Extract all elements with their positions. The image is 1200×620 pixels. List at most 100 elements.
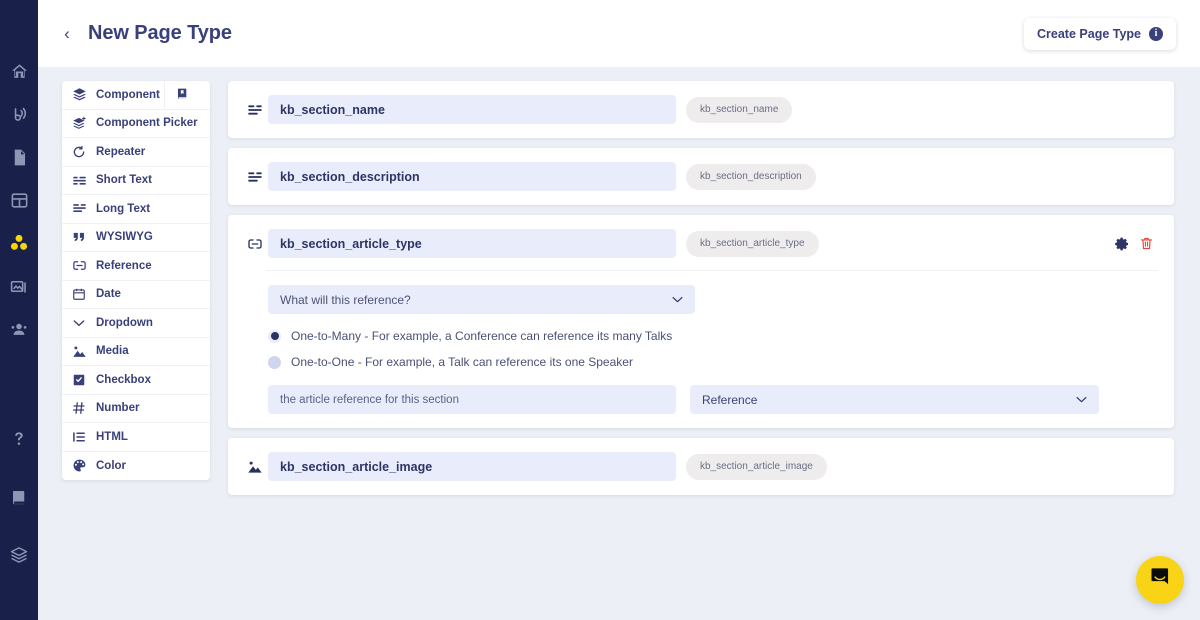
nav-media-library[interactable] xyxy=(0,265,38,307)
palette-item-label: Date xyxy=(96,288,121,301)
trash-icon[interactable] xyxy=(1139,236,1154,251)
info-icon[interactable]: i xyxy=(1149,26,1163,41)
radio-button-unselected[interactable] xyxy=(268,355,281,369)
nav-stack[interactable] xyxy=(0,534,38,576)
palette-item-date[interactable]: Date xyxy=(62,281,210,309)
content-area: Component Component Picker Repeater Shor… xyxy=(38,67,1200,495)
chevron-down-icon xyxy=(671,293,684,306)
palette-item-repeater[interactable]: Repeater xyxy=(62,138,210,167)
palette-item-component[interactable]: Component xyxy=(62,81,210,110)
quote-icon xyxy=(72,230,89,244)
back-button[interactable]: ‹ xyxy=(54,21,80,47)
palette-item-color[interactable]: Color xyxy=(62,452,210,481)
field-key-badge: kb_section_name xyxy=(686,96,793,123)
field-key-badge: kb_section_description xyxy=(686,163,816,190)
intercom-chat-icon xyxy=(1149,566,1172,594)
page-title: New Page Type xyxy=(88,22,232,44)
broadcast-icon xyxy=(10,105,29,124)
gear-icon[interactable] xyxy=(1114,236,1130,252)
field-name-input[interactable]: kb_section_description xyxy=(268,162,676,191)
header-actions: Create Page Type i xyxy=(1024,17,1176,50)
field-card-kb-section-article-image: kb_section_article_image kb_section_arti… xyxy=(228,438,1174,495)
component-palette: Component Component Picker Repeater Shor… xyxy=(62,81,210,480)
palette-item-long-text[interactable]: Long Text xyxy=(62,195,210,224)
palette-item-label: Long Text xyxy=(96,202,151,215)
media-icon xyxy=(72,344,89,359)
book-icon xyxy=(10,488,28,506)
nav-broadcast[interactable] xyxy=(0,93,38,135)
palette-item-label: Dropdown xyxy=(96,316,153,329)
field-name-input[interactable]: kb_section_name xyxy=(268,95,676,124)
radio-option-label: One-to-Many - For example, a Conference … xyxy=(291,329,673,343)
table-icon xyxy=(10,191,29,210)
palette-item-label: Repeater xyxy=(96,145,146,158)
cardinality-radio-group: One-to-Many - For example, a Conference … xyxy=(268,329,1158,369)
nav-tables[interactable] xyxy=(0,179,38,221)
list-icon xyxy=(72,430,89,444)
help-question-icon xyxy=(10,430,28,448)
calendar-icon xyxy=(72,287,89,301)
palette-item-html[interactable]: HTML xyxy=(62,423,210,452)
palette-item-label: Component Picker xyxy=(96,117,198,130)
reference-bottom-row: the article reference for this section R… xyxy=(268,385,1158,414)
nav-users[interactable] xyxy=(0,308,38,350)
palette-icon xyxy=(72,458,89,473)
nav-components[interactable] xyxy=(0,222,38,264)
home-icon xyxy=(10,62,29,81)
components-icon xyxy=(9,233,29,253)
radio-option-one-to-one[interactable]: One-to-One - For example, a Talk can ref… xyxy=(268,355,1158,369)
palette-item-wysiwyg[interactable]: WYSIWYG xyxy=(62,224,210,252)
nav-help[interactable] xyxy=(0,418,38,460)
palette-item-dropdown[interactable]: Dropdown xyxy=(62,309,210,338)
short-text-icon xyxy=(244,169,266,185)
palette-item-number[interactable]: Number xyxy=(62,395,210,423)
chevron-left-icon: ‹ xyxy=(64,24,70,43)
component-library-button[interactable] xyxy=(164,81,200,109)
reference-icon xyxy=(244,236,266,252)
field-key-badge: kb_section_article_image xyxy=(686,453,827,480)
field-list: kb_section_name kb_section_name kb_secti… xyxy=(228,81,1174,495)
palette-item-label: HTML xyxy=(96,430,128,443)
palette-item-media[interactable]: Media xyxy=(62,338,210,366)
palette-item-reference[interactable]: Reference xyxy=(62,252,210,281)
reference-target-value: What will this reference? xyxy=(280,292,411,307)
media-icon xyxy=(244,459,266,475)
card-divider xyxy=(266,270,1158,271)
reference-settings: What will this reference? One-to-Many - … xyxy=(244,285,1158,414)
chevron-down-icon xyxy=(72,316,89,330)
field-card-header: kb_section_name kb_section_name xyxy=(244,95,1158,124)
create-page-type-button[interactable]: Create Page Type i xyxy=(1024,17,1176,50)
create-page-type-label: Create Page Type xyxy=(1037,26,1141,41)
reference-target-select[interactable]: What will this reference? xyxy=(268,285,695,314)
field-card-actions xyxy=(1114,236,1158,252)
palette-item-label: Component xyxy=(96,88,160,101)
page-header: ‹ New Page Type Create Page Type i xyxy=(38,0,1200,67)
checkbox-icon xyxy=(72,373,89,387)
field-card-header: kb_section_description kb_section_descri… xyxy=(244,162,1158,191)
field-name-input[interactable]: kb_section_article_type xyxy=(268,229,676,258)
nav-home[interactable] xyxy=(0,50,38,92)
media-library-icon xyxy=(10,277,29,296)
palette-item-short-text[interactable]: Short Text xyxy=(62,167,210,195)
field-card-kb-section-article-type: kb_section_article_type kb_section_artic… xyxy=(228,215,1174,428)
palette-item-label: WYSIWYG xyxy=(96,231,153,244)
nav-docs-book[interactable] xyxy=(0,476,38,518)
reference-icon xyxy=(72,258,89,273)
field-type-select[interactable]: Reference xyxy=(690,385,1099,414)
radio-button-selected[interactable] xyxy=(268,329,281,343)
field-description-input[interactable]: the article reference for this section xyxy=(268,385,676,414)
radio-option-one-to-many[interactable]: One-to-Many - For example, a Conference … xyxy=(268,329,1158,343)
palette-item-component-picker[interactable]: Component Picker xyxy=(62,110,210,138)
nav-documents[interactable] xyxy=(0,136,38,178)
field-name-input[interactable]: kb_section_article_image xyxy=(268,452,676,481)
palette-item-checkbox[interactable]: Checkbox xyxy=(62,366,210,395)
stack-plus-icon xyxy=(72,116,89,131)
palette-item-label: Short Text xyxy=(96,174,153,187)
palette-item-label: Reference xyxy=(96,259,152,272)
global-nav-rail xyxy=(0,0,38,620)
rail-bottom-group xyxy=(0,418,38,620)
main-area: ‹ New Page Type Create Page Type i Compo… xyxy=(38,0,1200,620)
intercom-launcher-button[interactable] xyxy=(1136,556,1184,604)
field-card-header: kb_section_article_type kb_section_artic… xyxy=(244,229,1158,258)
document-icon xyxy=(10,148,29,167)
